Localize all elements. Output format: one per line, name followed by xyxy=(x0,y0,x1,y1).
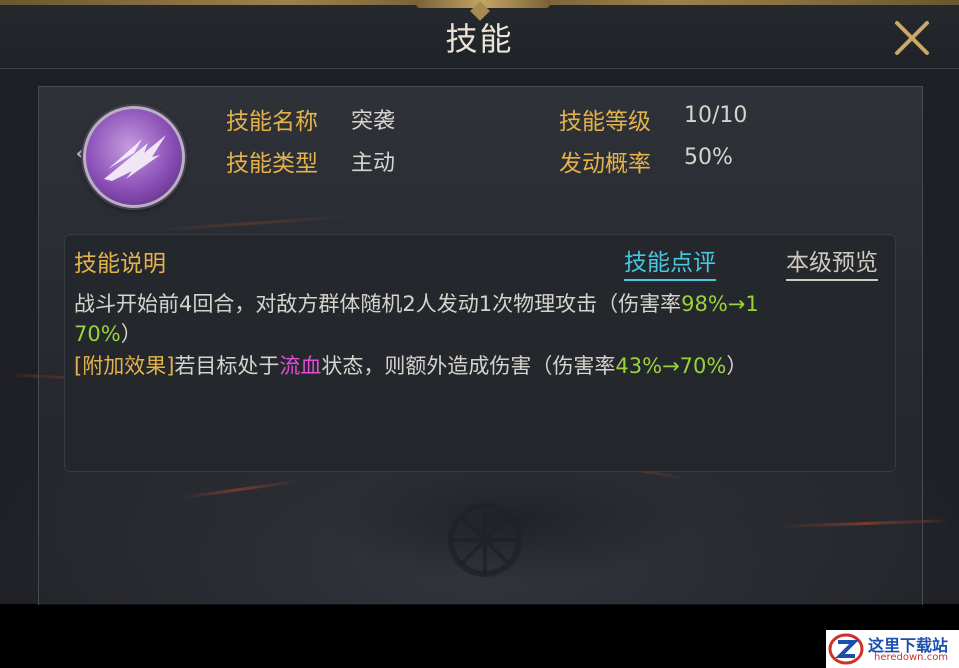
site-watermark: 这里下载站 heredown.com xyxy=(826,630,959,668)
description-text: 状态，则额外造成伤害（伤害率 xyxy=(321,354,616,378)
description-title: 技能说明 xyxy=(74,251,166,277)
skill-level-value: 10/10 xyxy=(684,103,748,128)
claw-slash-icon xyxy=(83,106,185,208)
dialog-title: 技能 xyxy=(445,20,514,58)
skill-icon-frame xyxy=(77,104,185,208)
skill-level-label: 技能等级 xyxy=(559,109,651,135)
description-line-2: 70%） xyxy=(74,318,142,348)
bleed-status-keyword: 流血 xyxy=(279,354,322,378)
skill-name-label: 技能名称 xyxy=(226,109,318,135)
description-text: 战斗开始前4回合，对敌方群体随机2人发动1次物理攻击（伤害率 xyxy=(74,292,682,316)
skill-type-label: 技能类型 xyxy=(226,151,318,177)
trigger-chance-label: 发动概率 xyxy=(559,151,651,177)
skill-name-value: 突袭 xyxy=(351,109,396,134)
watermark-logo-icon xyxy=(828,633,864,665)
description-text: ） xyxy=(726,354,748,378)
close-button[interactable] xyxy=(890,16,934,60)
damage-rate-value: 98%→1 xyxy=(681,292,759,316)
description-line-1: 战斗开始前4回合，对敌方群体随机2人发动1次物理攻击（伤害率98%→1 xyxy=(74,288,759,318)
description-text: 若目标处于 xyxy=(174,354,280,378)
close-icon xyxy=(895,21,929,55)
bonus-damage-rate-value: 43%→70% xyxy=(615,354,727,378)
watermark-url: heredown.com xyxy=(874,652,949,663)
bonus-effect-tag: [附加效果] xyxy=(74,354,175,378)
description-text: ） xyxy=(120,322,142,346)
level-preview-link[interactable]: 本级预览 xyxy=(786,243,878,281)
trigger-chance-value: 50% xyxy=(684,145,733,170)
skill-review-link[interactable]: 技能点评 xyxy=(624,243,716,281)
damage-rate-value: 70% xyxy=(74,322,121,346)
description-line-3: [附加效果]若目标处于流血状态，则额外造成伤害（伤害率43%→70%） xyxy=(74,350,747,380)
skill-type-value: 主动 xyxy=(351,151,396,176)
dialog-header: 技能 xyxy=(0,0,959,69)
